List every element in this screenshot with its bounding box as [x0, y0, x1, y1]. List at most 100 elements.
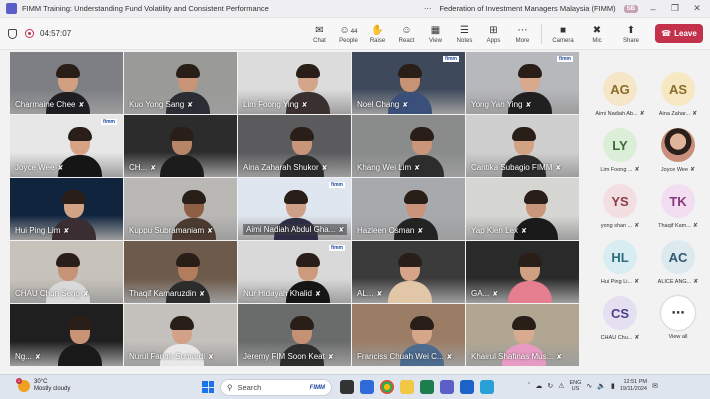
battery-icon[interactable]: ▮ — [611, 382, 615, 390]
start-button[interactable] — [202, 381, 214, 393]
tile-name-label: Nur Hidayah Khalid ✘ — [243, 289, 321, 298]
taskbar-search[interactable]: ⚲ Search FIMM — [220, 379, 332, 396]
tile-name-label: Joyce Wee ✘ — [15, 163, 63, 172]
notifications-icon[interactable]: ✉ — [652, 382, 658, 390]
video-tile[interactable]: GA... ✘ — [466, 241, 579, 303]
participant-name: Charmaine Chee — [15, 100, 76, 109]
cloud-icon[interactable]: ☁ — [535, 382, 542, 390]
participant-name-row: ALICE ANG... ✘ — [650, 278, 706, 286]
minimize-icon[interactable]: – — [646, 4, 660, 14]
participant-avatar-tile[interactable]: Joyce Wee ✘ — [650, 128, 706, 173]
volume-icon[interactable]: 🔈 — [597, 382, 606, 390]
toolbar-raise-button[interactable]: ✋ Raise — [363, 18, 392, 50]
clock-date: 19/11/2024 — [619, 386, 647, 392]
toolbar-react-button[interactable]: ☺ React — [392, 18, 421, 50]
apps-icon: ⊞ — [489, 25, 498, 36]
participant-avatar-tile[interactable]: AS Aina Zahar... ✘ — [650, 72, 706, 117]
chrome-app-icon[interactable] — [380, 380, 394, 394]
participant-avatar-tile[interactable]: YS yong shan ... ✘ — [592, 184, 648, 229]
video-tile[interactable]: Thaqif Kamaruzdin ✘ — [124, 241, 237, 303]
view-all-button[interactable]: ⋯ View all — [650, 296, 706, 340]
video-tile[interactable]: Lim Foong Ying ✘ — [238, 52, 351, 114]
file-explorer-icon[interactable] — [400, 380, 414, 394]
video-tile[interactable]: Ng... ✘ — [10, 304, 123, 366]
clock[interactable]: 12:51 PM 19/11/2024 — [620, 379, 647, 393]
participant-hair — [398, 253, 422, 267]
toolbar-label: Notes — [456, 38, 473, 44]
outlook-app-icon[interactable] — [360, 380, 374, 394]
participant-avatar-tile[interactable]: CS CHAU Chu... ✘ — [592, 296, 648, 341]
chevron-up-icon[interactable]: ˆ — [528, 383, 530, 390]
participant-avatar-tile[interactable]: TK Thaqif Kam... ✘ — [650, 184, 706, 229]
mic-button[interactable]: ✖ Mic — [580, 18, 614, 50]
video-tile[interactable]: Hazleen Osman ✘ — [352, 178, 465, 240]
participant-avatar-tile[interactable]: AG Aimi Nadiah Ab... ✘ — [592, 72, 648, 117]
leave-button[interactable]: ☎ Leave — [655, 24, 703, 43]
video-tile[interactable]: Kuppu Subramaniam ✘ — [124, 178, 237, 240]
mic-off-icon[interactable]: ⚠ — [558, 382, 564, 390]
close-icon[interactable]: ✕ — [690, 3, 704, 14]
participant-name: yong shan ... — [600, 222, 633, 229]
word-app-icon[interactable] — [460, 380, 474, 394]
video-tile[interactable]: fimm Aimi Nadiah Abdul Gha... ✘ — [238, 178, 351, 240]
edge-app-icon[interactable] — [480, 380, 494, 394]
share-button[interactable]: ⬆ Share — [614, 18, 648, 50]
mic-muted-icon: ✘ — [693, 279, 699, 285]
video-tile[interactable]: fimm Nur Hidayah Khalid ✘ — [238, 241, 351, 303]
participant-name-row: View all — [650, 334, 706, 340]
video-tile[interactable]: CHAU Chun Seng ✘ — [10, 241, 123, 303]
terminal-app-icon[interactable] — [340, 380, 354, 394]
toolbar-label: View — [429, 38, 442, 44]
video-tile[interactable]: fimm Joyce Wee ✘ — [10, 115, 123, 177]
toolbar-chat-button[interactable]: ✉ Chat — [305, 18, 334, 50]
mic-muted-icon: ✘ — [34, 353, 41, 361]
video-tile[interactable]: Aina Zaharah Shukor ✘ — [238, 115, 351, 177]
video-tile[interactable]: fimm Yong Yan Ying ✘ — [466, 52, 579, 114]
participant-hair — [404, 190, 428, 204]
toolbar-more-button[interactable]: ⋯ More — [508, 18, 537, 50]
video-tile[interactable]: Franciss Chuah Wei C... ✘ — [352, 304, 465, 366]
wifi-icon[interactable]: ∿ — [586, 382, 592, 390]
shield-icon[interactable] — [8, 28, 17, 39]
language-indicator[interactable]: ENG US — [570, 380, 582, 393]
video-tile[interactable]: Khairul Shafinas Mus... ✘ — [466, 304, 579, 366]
refresh-icon[interactable]: ↻ — [547, 382, 553, 390]
participant-name: Thaqif Kam... — [658, 222, 691, 229]
toolbar-view-button[interactable]: ▦ View — [421, 18, 450, 50]
video-tile[interactable]: Hui Ping Lim ✘ — [10, 178, 123, 240]
participant-name-row: Thaqif Kam... ✘ — [650, 222, 706, 230]
maximize-icon[interactable]: ❐ — [668, 3, 682, 14]
tile-name-label: GA... ✘ — [471, 289, 498, 298]
participant-name-row: Aimi Nadiah Ab... ✘ — [592, 110, 648, 118]
participant-avatar-tile[interactable]: HL Hui Ping Li... ✘ — [592, 240, 648, 285]
weather-widget[interactable]: 1 30°C Mostly cloudy — [16, 378, 70, 393]
fimm-logo: fimm — [443, 56, 459, 62]
video-tile[interactable]: CH... ✘ — [124, 115, 237, 177]
excel-app-icon[interactable] — [420, 380, 434, 394]
video-tile[interactable]: Cantika Subagio FIMM ✘ — [466, 115, 579, 177]
more-options-icon[interactable]: ⋯ — [424, 4, 432, 13]
tile-name-label: Yong Yan Ying ✘ — [471, 100, 531, 109]
video-tile[interactable]: Nurul Farina Sumardi ✘ — [124, 304, 237, 366]
toolbar-label: Apps — [486, 38, 501, 44]
video-tile[interactable]: Kuo Yong Sang ✘ — [124, 52, 237, 114]
video-tile[interactable]: Charmaine Chee ✘ — [10, 52, 123, 114]
video-tile[interactable]: Yap Kien Lex ✘ — [466, 178, 579, 240]
video-tile[interactable]: fimm Noel Chang ✘ — [352, 52, 465, 114]
participant-name-row: Joyce Wee ✘ — [650, 166, 706, 174]
camera-button[interactable]: ■ Camera — [546, 18, 580, 50]
avatar: AS — [661, 72, 695, 106]
video-tile[interactable]: Khang Wei Lim ✘ — [352, 115, 465, 177]
participant-avatar-tile[interactable]: AC ALICE ANG... ✘ — [650, 240, 706, 285]
mic-muted-icon: ✘ — [692, 223, 698, 229]
video-tile[interactable]: AL... ✘ — [352, 241, 465, 303]
participant-avatar-tile[interactable]: LY Lim Foong ... ✘ — [592, 128, 648, 173]
video-tile[interactable]: Jeremy FIM Soon Keat ✘ — [238, 304, 351, 366]
toolbar-apps-button[interactable]: ⊞ Apps — [479, 18, 508, 50]
toolbar-notes-button[interactable]: ☰ Notes — [450, 18, 479, 50]
org-badge[interactable]: SB — [623, 4, 638, 13]
tile-name-label: Khang Wei Lim ✘ — [357, 163, 420, 172]
search-placeholder: Search — [237, 383, 262, 392]
teams-app-icon[interactable] — [440, 380, 454, 394]
toolbar-people-button[interactable]: ☺44 People — [334, 18, 363, 50]
